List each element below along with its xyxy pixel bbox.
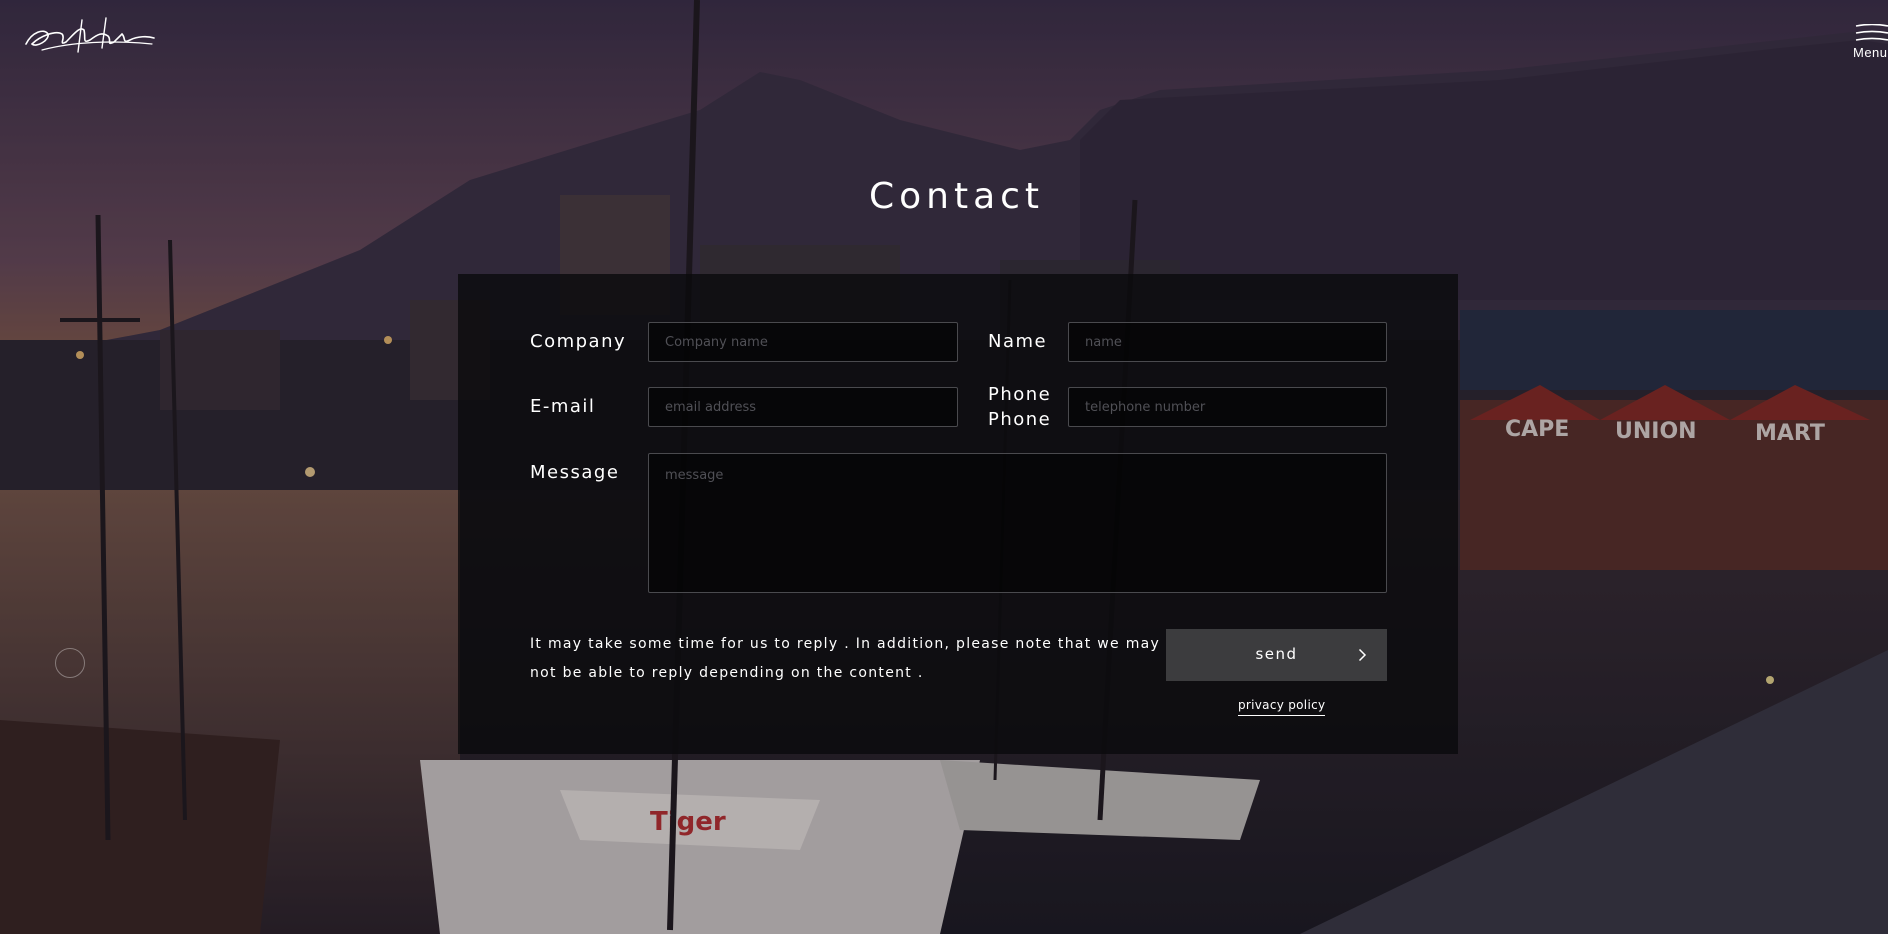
privacy-policy-link[interactable]: privacy policy xyxy=(1238,698,1326,716)
phone-label-line-1: Phone xyxy=(988,384,1052,405)
email-input[interactable] xyxy=(648,387,958,427)
chevron-right-icon xyxy=(1358,648,1367,662)
contact-page: CAPE UNION MART Tiger Menu Contact Compa… xyxy=(0,0,1888,934)
name-label: Name xyxy=(988,331,1048,352)
name-input[interactable] xyxy=(1068,322,1387,362)
send-button[interactable]: send xyxy=(1166,629,1387,681)
hamburger-icon xyxy=(1855,24,1888,41)
email-label: E-mail xyxy=(530,396,596,417)
message-textarea[interactable] xyxy=(648,453,1387,593)
page-title: Contact xyxy=(868,176,1045,217)
message-label: Message xyxy=(530,462,620,483)
contact-form-panel: Company Name E-mail Phone Phone Message … xyxy=(458,274,1458,754)
signature-logo[interactable] xyxy=(22,14,158,56)
phone-input[interactable] xyxy=(1068,387,1387,427)
reply-notice: It may take some time for us to reply . … xyxy=(530,636,1161,681)
company-label: Company xyxy=(530,331,627,352)
menu-label: Menu xyxy=(1853,45,1888,60)
circle-indicator xyxy=(55,648,85,678)
company-input[interactable] xyxy=(648,322,958,362)
send-button-label: send xyxy=(1255,645,1298,663)
phone-label: Phone Phone xyxy=(988,382,1051,432)
menu-button[interactable]: Menu xyxy=(1848,20,1888,64)
phone-label-line-2: Phone xyxy=(988,409,1052,430)
